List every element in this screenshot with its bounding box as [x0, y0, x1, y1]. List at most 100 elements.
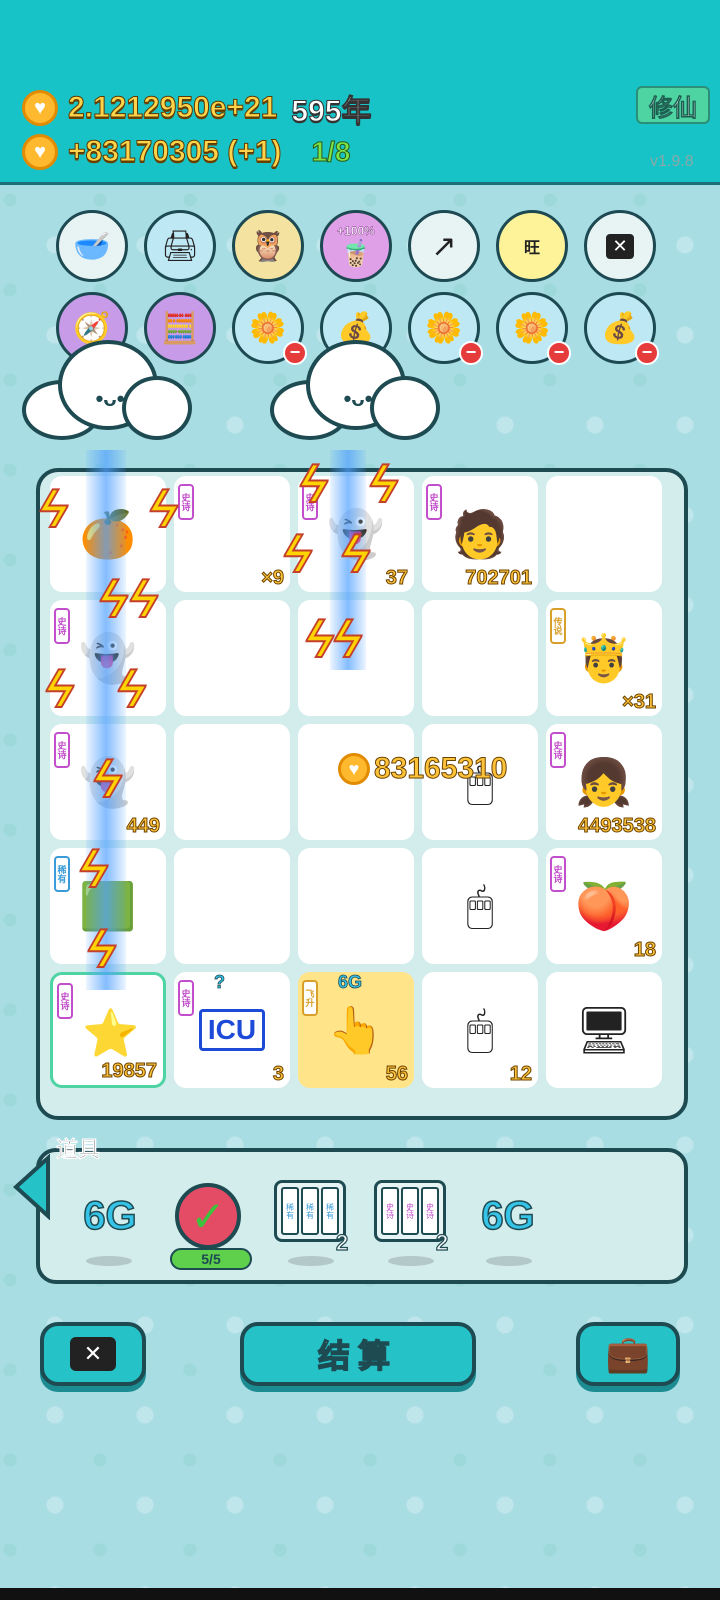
top-header: ♥ 2.1212950e+21 595年 ♥ +83170305 (+1) 1/… [0, 0, 720, 185]
growth-chart-icon[interactable]: ↗ [408, 210, 480, 282]
coin-total-row: ♥ 2.1212950e+21 595年 [22, 86, 372, 130]
6g-tool-label: 6G [481, 1193, 536, 1239]
check-tool[interactable]: ✓ [168, 1176, 248, 1256]
board-cell[interactable] [422, 600, 538, 716]
check-tool-count: 5/5 [170, 1248, 252, 1270]
cultivate-button[interactable]: 修仙 [636, 86, 710, 124]
board-cell[interactable] [174, 724, 290, 840]
board-cell[interactable] [174, 848, 290, 964]
cell-count: 37 [385, 567, 408, 590]
coin-rate: +83170305 (+1) [68, 135, 283, 169]
rarity-tag: 史诗 [57, 983, 73, 1019]
floating-income: ♥ 83165310 [338, 752, 508, 786]
coin-rate-row: ♥ +83170305 (+1) 1/8 [22, 134, 351, 170]
bone-bowl-icon[interactable]: 🥣 [56, 210, 128, 282]
rarity-tag: 史诗 [178, 980, 194, 1016]
green-hat-man-icon: 🧑 [451, 507, 509, 560]
cell-count: 702701 [465, 567, 533, 590]
rarity-tag: 史诗 [550, 732, 566, 768]
scroll-tag: 稀有 [321, 1187, 339, 1235]
settle-button[interactable]: 结算 [240, 1322, 476, 1386]
remove-ads-button[interactable]: ✕ [40, 1322, 146, 1386]
briefcase-icon: 💼 [605, 1333, 651, 1374]
rarity-tag: 史诗 [54, 732, 70, 768]
cell-extra-label: 6G [338, 972, 363, 993]
briefcase-button[interactable]: 💼 [576, 1322, 680, 1386]
rarity-tag: 史诗 [550, 856, 566, 892]
cell-count: 3 [272, 1063, 284, 1086]
scroll-tag: 史诗 [421, 1187, 439, 1235]
board-cell[interactable]: 👆 飞升 6G 56 [298, 972, 414, 1088]
mouse-icon: 🖱 [466, 1003, 494, 1055]
board-cell[interactable] [546, 476, 662, 592]
bubble-tea-icon[interactable]: +100% 🧋 [320, 210, 392, 282]
flower-pot-icon[interactable]: 🌼 − [496, 292, 571, 365]
cell-count: 56 [385, 1063, 408, 1086]
wang-icon[interactable]: 旺 [496, 210, 568, 282]
cell-count: 19857 [101, 1060, 158, 1083]
cloud-character: •ᴗ• [270, 340, 440, 440]
coin-icon: ♥ [22, 134, 58, 170]
tool-shadow [388, 1256, 434, 1266]
sack-icon[interactable]: 💰 − [584, 292, 659, 365]
tool-shadow [486, 1256, 532, 1266]
board-cell[interactable]: ICU 史诗? 3 [174, 972, 290, 1088]
6g-tool[interactable]: 6G [70, 1176, 150, 1256]
king-icon: 🤴 [575, 631, 633, 684]
board-cell[interactable]: 史诗 ×9 [174, 476, 290, 592]
scroll-tag: 史诗 [381, 1187, 399, 1235]
settle-button-label: 结算 [317, 1337, 398, 1375]
tools-label: 道具 [56, 1137, 101, 1163]
tool-shadow [288, 1256, 334, 1266]
board-cell[interactable]: 👧 史诗 4493538 [546, 724, 662, 840]
tool-shadow [86, 1256, 132, 1266]
board-cell[interactable]: 🖱 12 [422, 972, 538, 1088]
computer-icon: 🖥 [574, 1003, 634, 1056]
coin-icon: ♥ [22, 90, 58, 126]
progress-counter: 1/8 [311, 136, 351, 168]
peach-icon: 🍑 [575, 879, 633, 932]
close-ad-icon[interactable]: ✕ [584, 210, 656, 282]
printer-icon[interactable]: 🖨 [144, 210, 216, 282]
rarity-tag: 史诗 [54, 608, 70, 644]
board-cell[interactable]: 🍑 史诗 18 [546, 848, 662, 964]
rarity-tag: 传说 [550, 608, 566, 644]
close-ad-icon: ✕ [69, 1337, 117, 1371]
remove-icon[interactable]: − [635, 341, 659, 365]
board-cell[interactable] [174, 600, 290, 716]
board-cell[interactable]: 🤴 传说 ×31 [546, 600, 662, 716]
board-cell[interactable]: 🖱 [422, 848, 538, 964]
rarity-tag: 稀有 [54, 856, 70, 892]
scroll-tag: 稀有 [281, 1187, 299, 1235]
owl-icon[interactable]: 🦉 [232, 210, 304, 282]
cell-count: ×31 [622, 691, 657, 714]
floating-income-value: 83165310 [373, 752, 508, 786]
lightning-beam [86, 450, 126, 990]
hand-icon: 👆 [327, 1003, 385, 1056]
6g-tool-label: 6G [83, 1193, 138, 1239]
remove-icon[interactable]: − [547, 341, 571, 365]
cell-count: 18 [633, 939, 656, 962]
6g-tool[interactable]: 6G [468, 1176, 548, 1256]
mouse-icon: 🖱 [466, 879, 494, 931]
rarity-tag: 飞升 [302, 980, 318, 1016]
bubble-tea-label: +100% [337, 223, 375, 238]
board-cell[interactable]: 🖥 [546, 972, 662, 1088]
coin-icon: ♥ [338, 753, 370, 785]
cell-extra-label: ? [214, 972, 226, 993]
icu-label: ICU [198, 1009, 266, 1051]
cell-count: 4493538 [578, 815, 657, 838]
checkmark-icon: ✓ [175, 1183, 241, 1249]
wang-label: 旺 [523, 240, 540, 257]
cell-count: 12 [509, 1063, 532, 1086]
coin-total: 2.1212950e+21 [67, 91, 278, 125]
board-cell[interactable] [298, 848, 414, 964]
scroll-tool-epic-count: 2 [435, 1229, 449, 1255]
years-counter: 595年 [291, 95, 372, 129]
board-cell[interactable]: 🧑 史诗 702701 [422, 476, 538, 592]
rarity-tag: 史诗 [426, 484, 442, 520]
scroll-tag: 史诗 [401, 1187, 419, 1235]
cell-count: 449 [126, 815, 160, 838]
scroll-left-arrow-icon[interactable] [12, 1154, 52, 1220]
remove-icon[interactable]: − [459, 341, 483, 365]
